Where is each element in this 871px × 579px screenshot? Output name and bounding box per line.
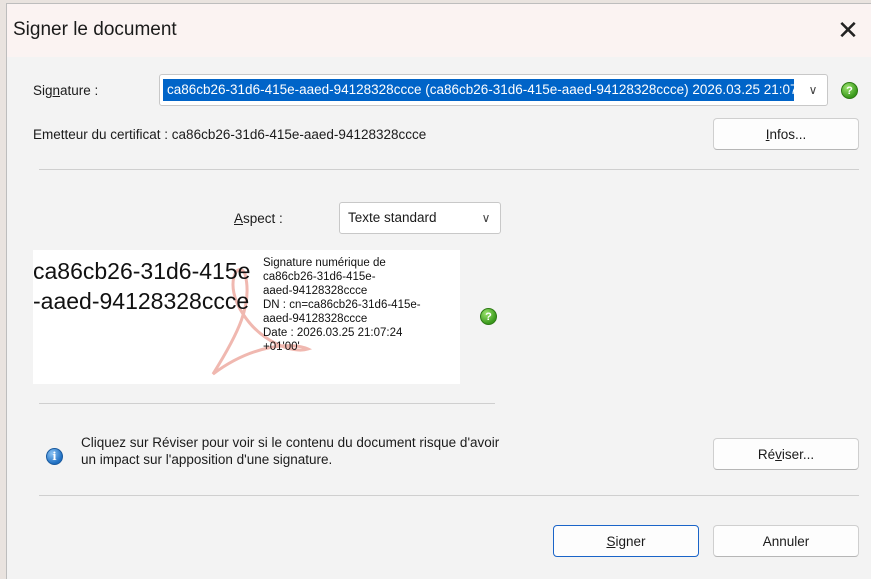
divider	[39, 403, 495, 404]
chevron-down-icon[interactable]: ∨	[474, 203, 498, 233]
sign-label: igner	[615, 533, 646, 549]
signature-help-icon[interactable]: ?	[841, 82, 858, 99]
close-button[interactable]: ✕	[825, 4, 871, 57]
preview-detail-line: Signature numérique de	[263, 257, 386, 269]
preview-detail-line: +01'00'	[263, 341, 300, 353]
cancel-label: Annuler	[762, 533, 810, 549]
certificate-issuer: Emetteur du certificat : ca86cb26-31d6-4…	[33, 127, 427, 142]
preview-details: Signature numérique de ca86cb26-31d6-415…	[263, 256, 460, 354]
info-icon: i	[46, 448, 63, 465]
chevron-down-icon[interactable]: ∨	[801, 75, 825, 105]
signature-label-part: ature :	[60, 83, 99, 98]
dialog-title: Signer le document	[13, 19, 177, 40]
review-message: Cliquez sur Réviser pour voir si le cont…	[81, 435, 500, 467]
divider	[39, 495, 859, 496]
signature-label-accesskey: n	[52, 83, 61, 98]
signature-preview: ca86cb26-31d6-415e-aaed-94128328ccce Sig…	[33, 250, 460, 384]
infos-label: nfos...	[769, 126, 807, 142]
review-button[interactable]: Ré v iser...	[713, 438, 859, 470]
divider	[39, 169, 859, 170]
signature-selected-value: ca86cb26-31d6-415e-aaed-94128328ccce (ca…	[163, 79, 794, 101]
sign-accesskey: S	[606, 533, 616, 549]
preview-help-icon[interactable]: ?	[480, 308, 497, 325]
signature-label: Signature :	[33, 83, 98, 98]
title-bar: Signer le document ✕	[7, 4, 871, 57]
signature-dropdown[interactable]: ca86cb26-31d6-415e-aaed-94128328ccce (ca…	[159, 74, 828, 106]
preview-detail-line: ca86cb26-31d6-415e-	[263, 271, 376, 283]
preview-detail-line: Date : 2026.03.25 21:07:24	[263, 327, 403, 339]
review-label-part: Ré	[757, 446, 776, 462]
aspect-selected-value: Texte standard	[348, 210, 437, 225]
aspect-accesskey: A	[234, 211, 244, 226]
preview-detail-line: aaed-94128328ccce	[263, 285, 368, 297]
review-label-part: iser...	[781, 446, 815, 462]
sign-button[interactable]: Signer	[553, 525, 699, 557]
aspect-dropdown[interactable]: Texte standard ∨	[339, 202, 501, 234]
sign-document-dialog: Signer le document ✕ Signature : ca86cb2…	[6, 3, 871, 579]
review-accesskey: v	[775, 446, 782, 462]
close-icon: ✕	[837, 15, 859, 45]
infos-button[interactable]: Infos...	[713, 118, 859, 150]
aspect-label-part: spect :	[243, 211, 283, 226]
aspect-label: Aspect :	[234, 211, 283, 226]
preview-signer-name: ca86cb26-31d6-415e-aaed-94128328ccce	[33, 258, 251, 314]
cancel-button[interactable]: Annuler	[713, 525, 859, 557]
preview-detail-line: DN : cn=ca86cb26-31d6-415e-	[263, 299, 421, 311]
preview-detail-line: aaed-94128328ccce	[263, 313, 368, 325]
signature-label-part: Sig	[33, 83, 53, 98]
